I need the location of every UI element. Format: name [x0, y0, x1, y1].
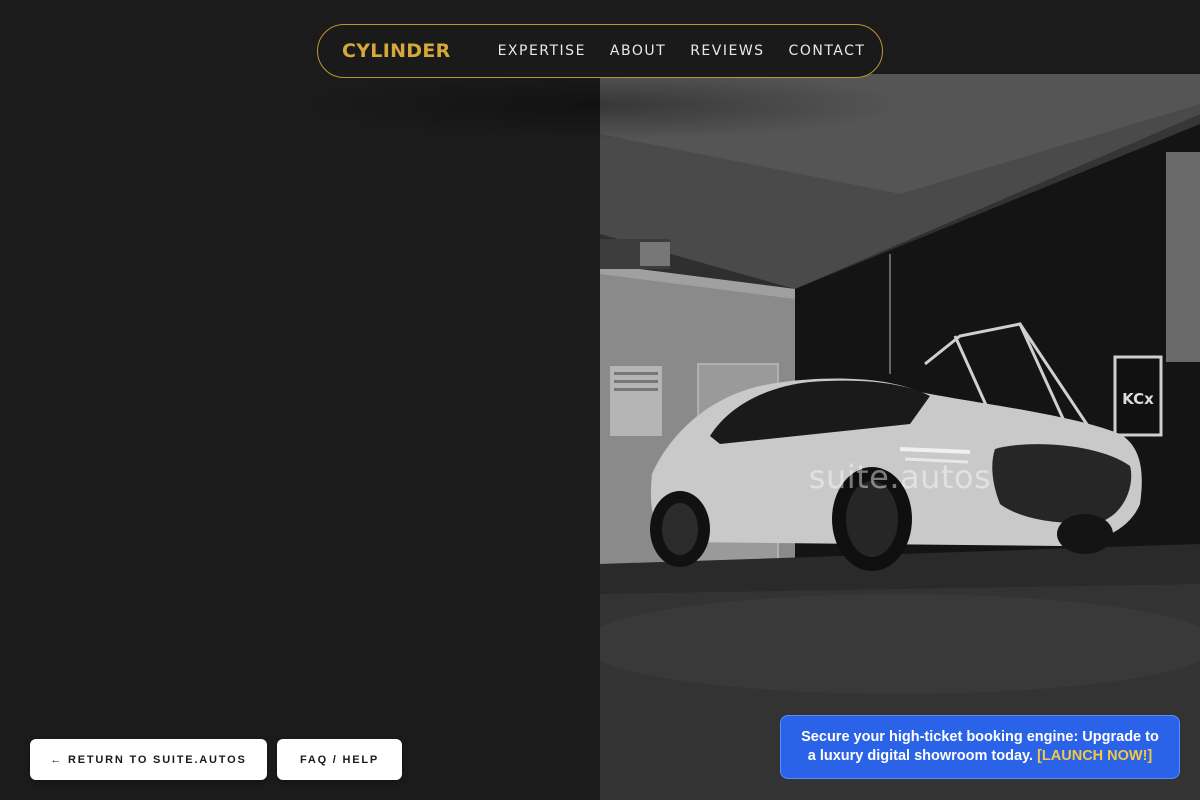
nav-link-contact[interactable]: CONTACT	[789, 43, 866, 59]
return-button-label: ← RETURN TO SUITE.AUTOS	[50, 753, 247, 766]
faq-help-button[interactable]: FAQ / HELP	[277, 739, 402, 780]
garage-scene: KCx	[600, 74, 1200, 800]
kcx-sign: KCx	[1113, 355, 1163, 437]
faq-button-label: FAQ / HELP	[299, 753, 380, 766]
nav-shadow	[290, 70, 910, 140]
nav-links: EXPERTISE ABOUT REVIEWS CONTACT	[498, 43, 866, 59]
nav-link-about[interactable]: ABOUT	[610, 43, 666, 59]
brand-logo[interactable]: CYLINDER	[342, 40, 451, 62]
promo-banner[interactable]: Secure your high-ticket booking engine: …	[780, 715, 1180, 779]
watermark-text: suite.autos	[808, 458, 992, 496]
nav-link-expertise[interactable]: EXPERTISE	[498, 43, 586, 59]
nav-link-reviews[interactable]: REVIEWS	[690, 43, 764, 59]
return-to-suite-button[interactable]: ← RETURN TO SUITE.AUTOS	[30, 739, 267, 780]
svg-text:KCx: KCx	[1122, 390, 1154, 408]
promo-message: Secure your high-ticket booking engine: …	[801, 728, 1159, 766]
promo-cta-link[interactable]: [LAUNCH NOW!]	[1037, 748, 1152, 764]
hero-car-image: KCx suite.autos	[600, 74, 1200, 800]
top-navigation: CYLINDER EXPERTISE ABOUT REVIEWS CONTACT	[317, 24, 883, 78]
